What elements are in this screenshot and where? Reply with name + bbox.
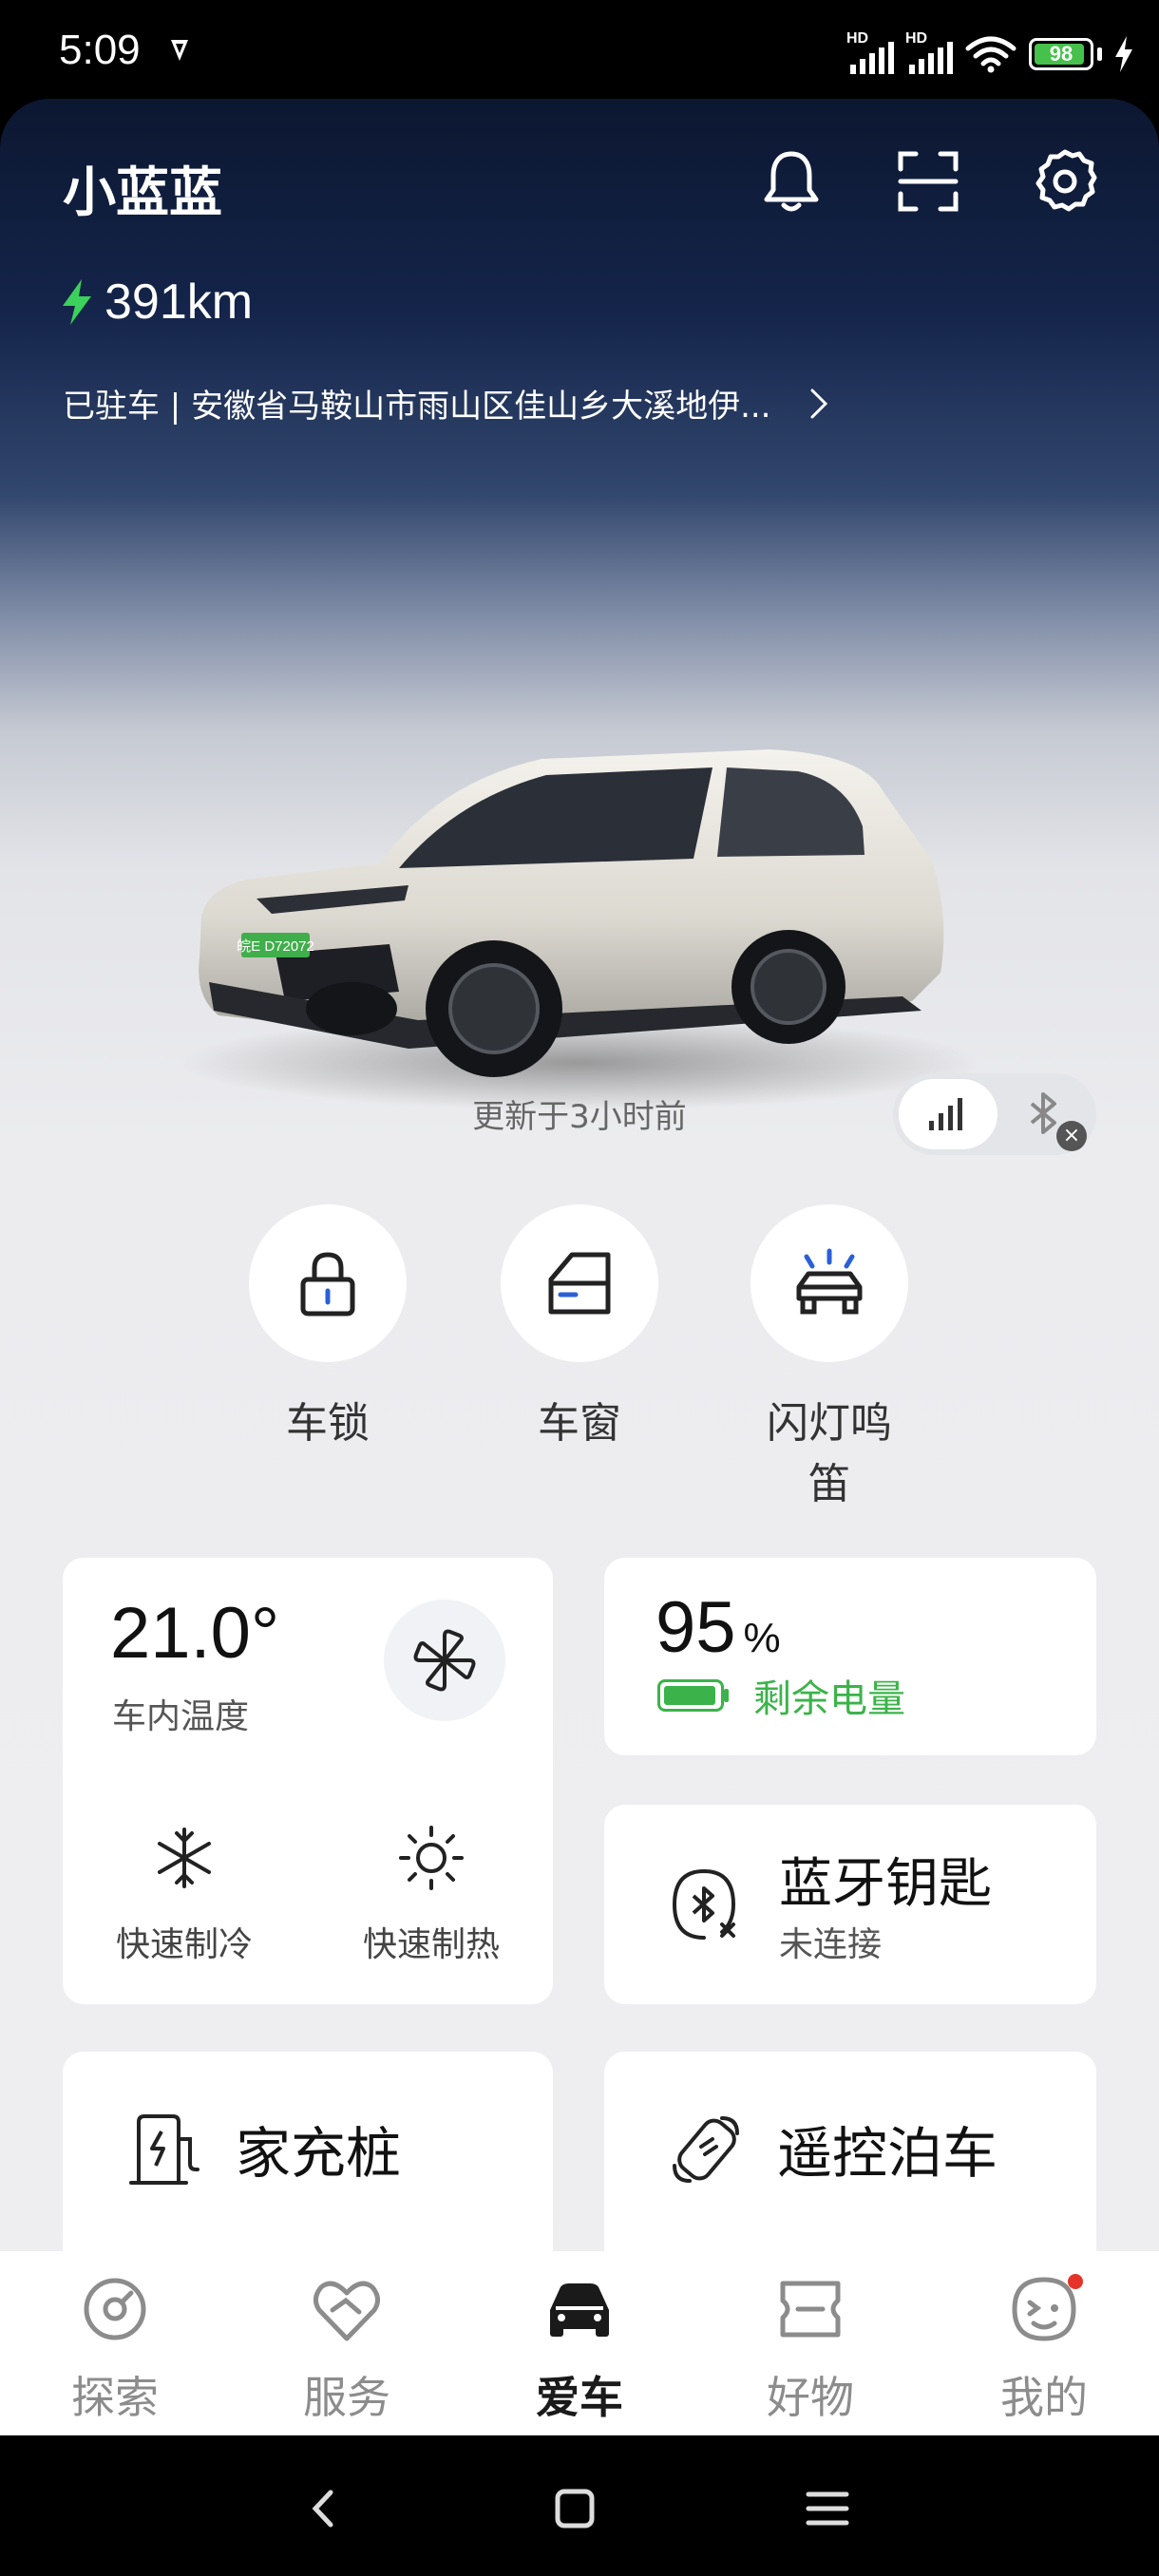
battery-percent: 95%: [656, 1587, 781, 1668]
tab-my-car[interactable]: 爱车: [499, 2272, 660, 2426]
battery-card[interactable]: 95% 剩余电量: [604, 1558, 1096, 1755]
flash-horn-icon: [796, 1248, 863, 1315]
remote-key-icon: [673, 2116, 739, 2183]
status-bar: 5:09 HD HD 98: [0, 0, 1159, 99]
back-icon[interactable]: [300, 2485, 348, 2532]
quick-cool-button[interactable]: 快速制冷: [89, 1824, 279, 1966]
parking-location[interactable]: 已驻车 | 安徽省马鞍山市雨山区佳山乡大溪地伊...: [63, 380, 1108, 426]
explore-icon: [84, 2278, 146, 2340]
range-indicator: 391km: [61, 274, 253, 331]
system-nav-bar: [0, 2435, 1159, 2576]
sun-icon: [399, 1826, 464, 1890]
service-icon: [314, 2281, 380, 2341]
signal-bars-icon: [929, 1098, 962, 1130]
location-arrow-icon: [171, 40, 188, 61]
location-text: 已驻车 | 安徽省马鞍山市雨山区佳山乡大溪地伊...: [63, 388, 771, 426]
car-icon: [550, 2283, 609, 2337]
ticket-icon: [780, 2281, 841, 2338]
battery-label: 剩余电量: [753, 1677, 905, 1721]
chevron-right-icon: [810, 388, 827, 418]
car-image: 皖E D72072: [180, 749, 978, 1110]
cell-signal-1-icon: HD: [846, 30, 894, 74]
bottom-tab-bar: 探索 服务 爱车 好物 我的: [0, 2251, 1159, 2435]
tab-explore[interactable]: 探索: [34, 2272, 196, 2426]
gear-icon[interactable]: [1030, 146, 1100, 217]
range-value: 391km: [104, 275, 254, 330]
status-time: 5:09: [59, 27, 141, 73]
fan-icon: [413, 1629, 476, 1692]
wifi-icon: [965, 36, 1016, 73]
bluetooth-key-card[interactable]: 蓝牙钥匙 未连接: [604, 1805, 1096, 2004]
car-name: 小蓝蓝: [63, 162, 222, 224]
connection-toggle[interactable]: ×: [893, 1073, 1096, 1155]
control-flash-horn[interactable]: 闪灯鸣笛: [750, 1204, 908, 1510]
lightning-icon: [63, 279, 91, 325]
home-icon[interactable]: [551, 2485, 598, 2532]
menu-icon[interactable]: [804, 2485, 851, 2532]
tab-service[interactable]: 服务: [266, 2272, 428, 2426]
tab-shop[interactable]: 好物: [730, 2272, 891, 2426]
disconnected-badge: ×: [1056, 1121, 1087, 1151]
license-plate: 皖E D72072: [237, 938, 314, 955]
charging-bolt-icon: [1115, 36, 1132, 72]
climate-card[interactable]: 21.0° 车内温度 快速制冷 快速制热: [63, 1558, 553, 2004]
lock-icon: [300, 1252, 355, 1316]
notification-dot: [1068, 2274, 1083, 2289]
cellular-mode-button[interactable]: [899, 1079, 998, 1149]
cell-signal-2-icon: HD: [905, 30, 953, 74]
bluetooth-key-title: 蓝牙钥匙: [779, 1853, 992, 1915]
quick-heat-button[interactable]: 快速制热: [336, 1824, 526, 1966]
tab-profile[interactable]: 我的: [963, 2272, 1125, 2426]
bell-icon[interactable]: [756, 146, 826, 217]
window-icon: [548, 1252, 611, 1315]
bluetooth-key-status: 未连接: [779, 1925, 883, 1964]
control-lock[interactable]: 车锁: [249, 1204, 407, 1449]
fan-button[interactable]: [384, 1600, 505, 1721]
home-charger-card[interactable]: 家充桩: [63, 2052, 553, 2280]
bluetooth-key-icon: [672, 1869, 736, 1940]
snowflake-icon: [158, 1828, 211, 1888]
charger-icon: [129, 2114, 200, 2185]
remote-parking-card[interactable]: 遥控泊车: [604, 2052, 1096, 2280]
header-actions: [756, 146, 1100, 217]
cabin-temperature-label: 车内温度: [112, 1697, 250, 1736]
battery-level-icon: [657, 1679, 724, 1712]
cabin-temperature: 21.0°: [110, 1593, 280, 1674]
home-charger-label: 家充桩: [236, 2121, 402, 2186]
scan-icon[interactable]: [893, 146, 963, 217]
status-icons: HD HD 98: [846, 30, 1134, 76]
remote-parking-label: 遥控泊车: [777, 2121, 998, 2186]
battery-status-icon: 98: [1029, 38, 1093, 70]
car-home-screen: 小蓝蓝 391km 已驻车 | 安徽省马鞍山市雨山区佳山乡大溪地伊... 皖E …: [0, 99, 1159, 2435]
control-window[interactable]: 车窗: [501, 1204, 658, 1449]
